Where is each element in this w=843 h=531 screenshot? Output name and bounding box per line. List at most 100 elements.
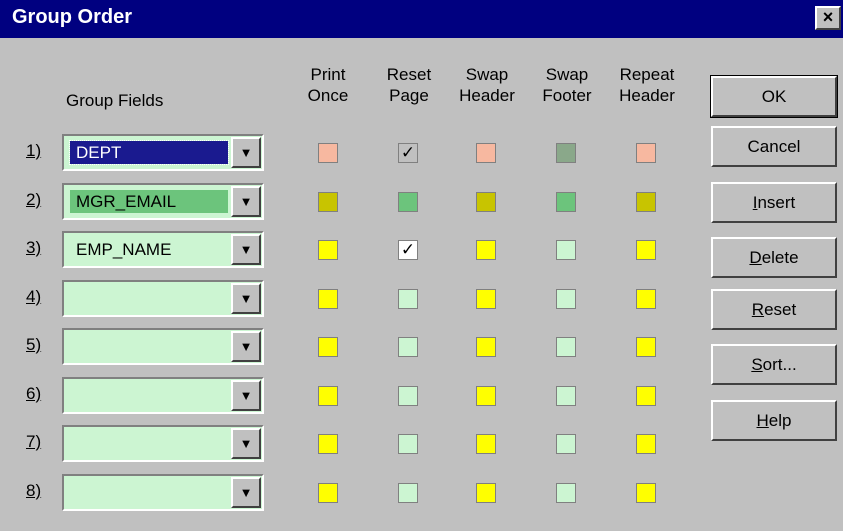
group-field-value [70, 287, 228, 310]
option-checkbox[interactable] [318, 289, 338, 309]
group-field-combo[interactable]: EMP_NAME ▼ [62, 231, 264, 268]
option-checkbox[interactable] [476, 483, 496, 503]
ok-button[interactable]: OK [710, 75, 838, 118]
option-checkbox[interactable] [636, 240, 656, 260]
option-checkbox[interactable] [556, 143, 576, 163]
help-button[interactable]: Help [711, 400, 837, 441]
row-number: 2) [26, 190, 42, 209]
row-number: 8) [26, 481, 42, 500]
group-field-value [70, 384, 228, 407]
option-checkbox[interactable]: ✓ [398, 143, 418, 163]
column-header-2: Swap Header [459, 65, 515, 105]
column-header-4: Repeat Header [619, 65, 675, 105]
option-checkbox[interactable] [318, 434, 338, 454]
option-checkbox[interactable]: ✓ [398, 240, 418, 260]
option-checkbox[interactable] [636, 434, 656, 454]
button-label: nsert [757, 193, 796, 212]
group-field-value: MGR_EMAIL [70, 190, 228, 213]
accelerator-key: R [751, 300, 765, 319]
delete-button[interactable]: Delete [711, 237, 837, 278]
dropdown-arrow-icon[interactable]: ▼ [231, 234, 261, 265]
option-checkbox[interactable] [318, 143, 338, 163]
option-checkbox[interactable] [636, 143, 656, 163]
group-field-combo[interactable]: ▼ [62, 474, 264, 511]
option-checkbox[interactable] [398, 192, 418, 212]
button-label: elp [768, 411, 792, 430]
button-label: ort... [762, 355, 797, 374]
option-checkbox[interactable] [556, 337, 576, 357]
dropdown-arrow-icon[interactable]: ▼ [231, 331, 261, 362]
group-field-combo[interactable]: DEPT ▼ [62, 134, 264, 171]
row-number: 6) [26, 384, 42, 403]
group-field-combo[interactable]: ▼ [62, 377, 264, 414]
option-checkbox[interactable] [556, 192, 576, 212]
option-checkbox[interactable] [556, 434, 576, 454]
accelerator-key: H [756, 411, 769, 430]
option-checkbox[interactable] [318, 337, 338, 357]
accelerator-key: S [751, 355, 763, 374]
group-field-value [70, 335, 228, 358]
group-order-dialog: Group Order × Group Fields Print Once Res… [0, 0, 843, 531]
group-field-value [70, 432, 228, 455]
option-checkbox[interactable] [636, 386, 656, 406]
option-checkbox[interactable] [556, 483, 576, 503]
reset-button[interactable]: Reset [711, 289, 837, 330]
dropdown-arrow-icon[interactable]: ▼ [231, 428, 261, 459]
option-checkbox[interactable] [476, 289, 496, 309]
option-checkbox[interactable] [556, 386, 576, 406]
option-checkbox[interactable] [318, 386, 338, 406]
column-header-0: Print Once [307, 65, 349, 105]
option-checkbox[interactable] [636, 483, 656, 503]
row-number: 5) [26, 335, 42, 354]
button-label: Cancel [747, 137, 801, 156]
group-field-combo[interactable]: ▼ [62, 328, 264, 365]
option-checkbox[interactable] [398, 483, 418, 503]
option-checkbox[interactable] [398, 337, 418, 357]
group-fields-label: Group Fields [66, 91, 164, 110]
group-field-value [70, 481, 228, 504]
option-checkbox[interactable] [318, 192, 338, 212]
row-number: 4) [26, 287, 42, 306]
option-checkbox[interactable] [318, 483, 338, 503]
column-header-3: Swap Footer [542, 65, 592, 105]
sort-button[interactable]: Sort... [711, 344, 837, 385]
option-checkbox[interactable] [636, 289, 656, 309]
option-checkbox[interactable] [476, 192, 496, 212]
option-checkbox[interactable] [476, 434, 496, 454]
dropdown-arrow-icon[interactable]: ▼ [231, 186, 261, 217]
cancel-button[interactable]: Cancel [711, 126, 837, 167]
close-button[interactable]: × [815, 6, 841, 30]
title-bar: Group Order × [0, 0, 843, 38]
option-checkbox[interactable] [476, 240, 496, 260]
option-checkbox[interactable] [636, 337, 656, 357]
group-field-combo[interactable]: ▼ [62, 425, 264, 462]
column-header-1: Reset Page [386, 65, 432, 105]
dropdown-arrow-icon[interactable]: ▼ [231, 283, 261, 314]
row-number: 7) [26, 432, 42, 451]
dropdown-arrow-icon[interactable]: ▼ [231, 137, 261, 168]
option-checkbox[interactable] [636, 192, 656, 212]
accelerator-key: D [749, 248, 762, 267]
group-field-value: EMP_NAME [70, 238, 228, 261]
dropdown-arrow-icon[interactable]: ▼ [231, 477, 261, 508]
button-label: eset [764, 300, 797, 319]
option-checkbox[interactable] [318, 240, 338, 260]
option-checkbox[interactable] [398, 289, 418, 309]
group-field-combo[interactable]: ▼ [62, 280, 264, 317]
option-checkbox[interactable] [398, 386, 418, 406]
option-checkbox[interactable] [476, 386, 496, 406]
button-label: elete [761, 248, 799, 267]
dialog-title: Group Order [12, 6, 133, 28]
option-checkbox[interactable] [398, 434, 418, 454]
option-checkbox[interactable] [476, 143, 496, 163]
dropdown-arrow-icon[interactable]: ▼ [231, 380, 261, 411]
group-field-combo[interactable]: MGR_EMAIL ▼ [62, 183, 264, 220]
option-checkbox[interactable] [556, 289, 576, 309]
row-number: 1) [26, 141, 42, 160]
insert-button[interactable]: Insert [711, 182, 837, 223]
group-field-value: DEPT [69, 140, 229, 165]
row-number: 3) [26, 238, 42, 257]
option-checkbox[interactable] [476, 337, 496, 357]
option-checkbox[interactable] [556, 240, 576, 260]
button-label: OK [761, 87, 787, 106]
